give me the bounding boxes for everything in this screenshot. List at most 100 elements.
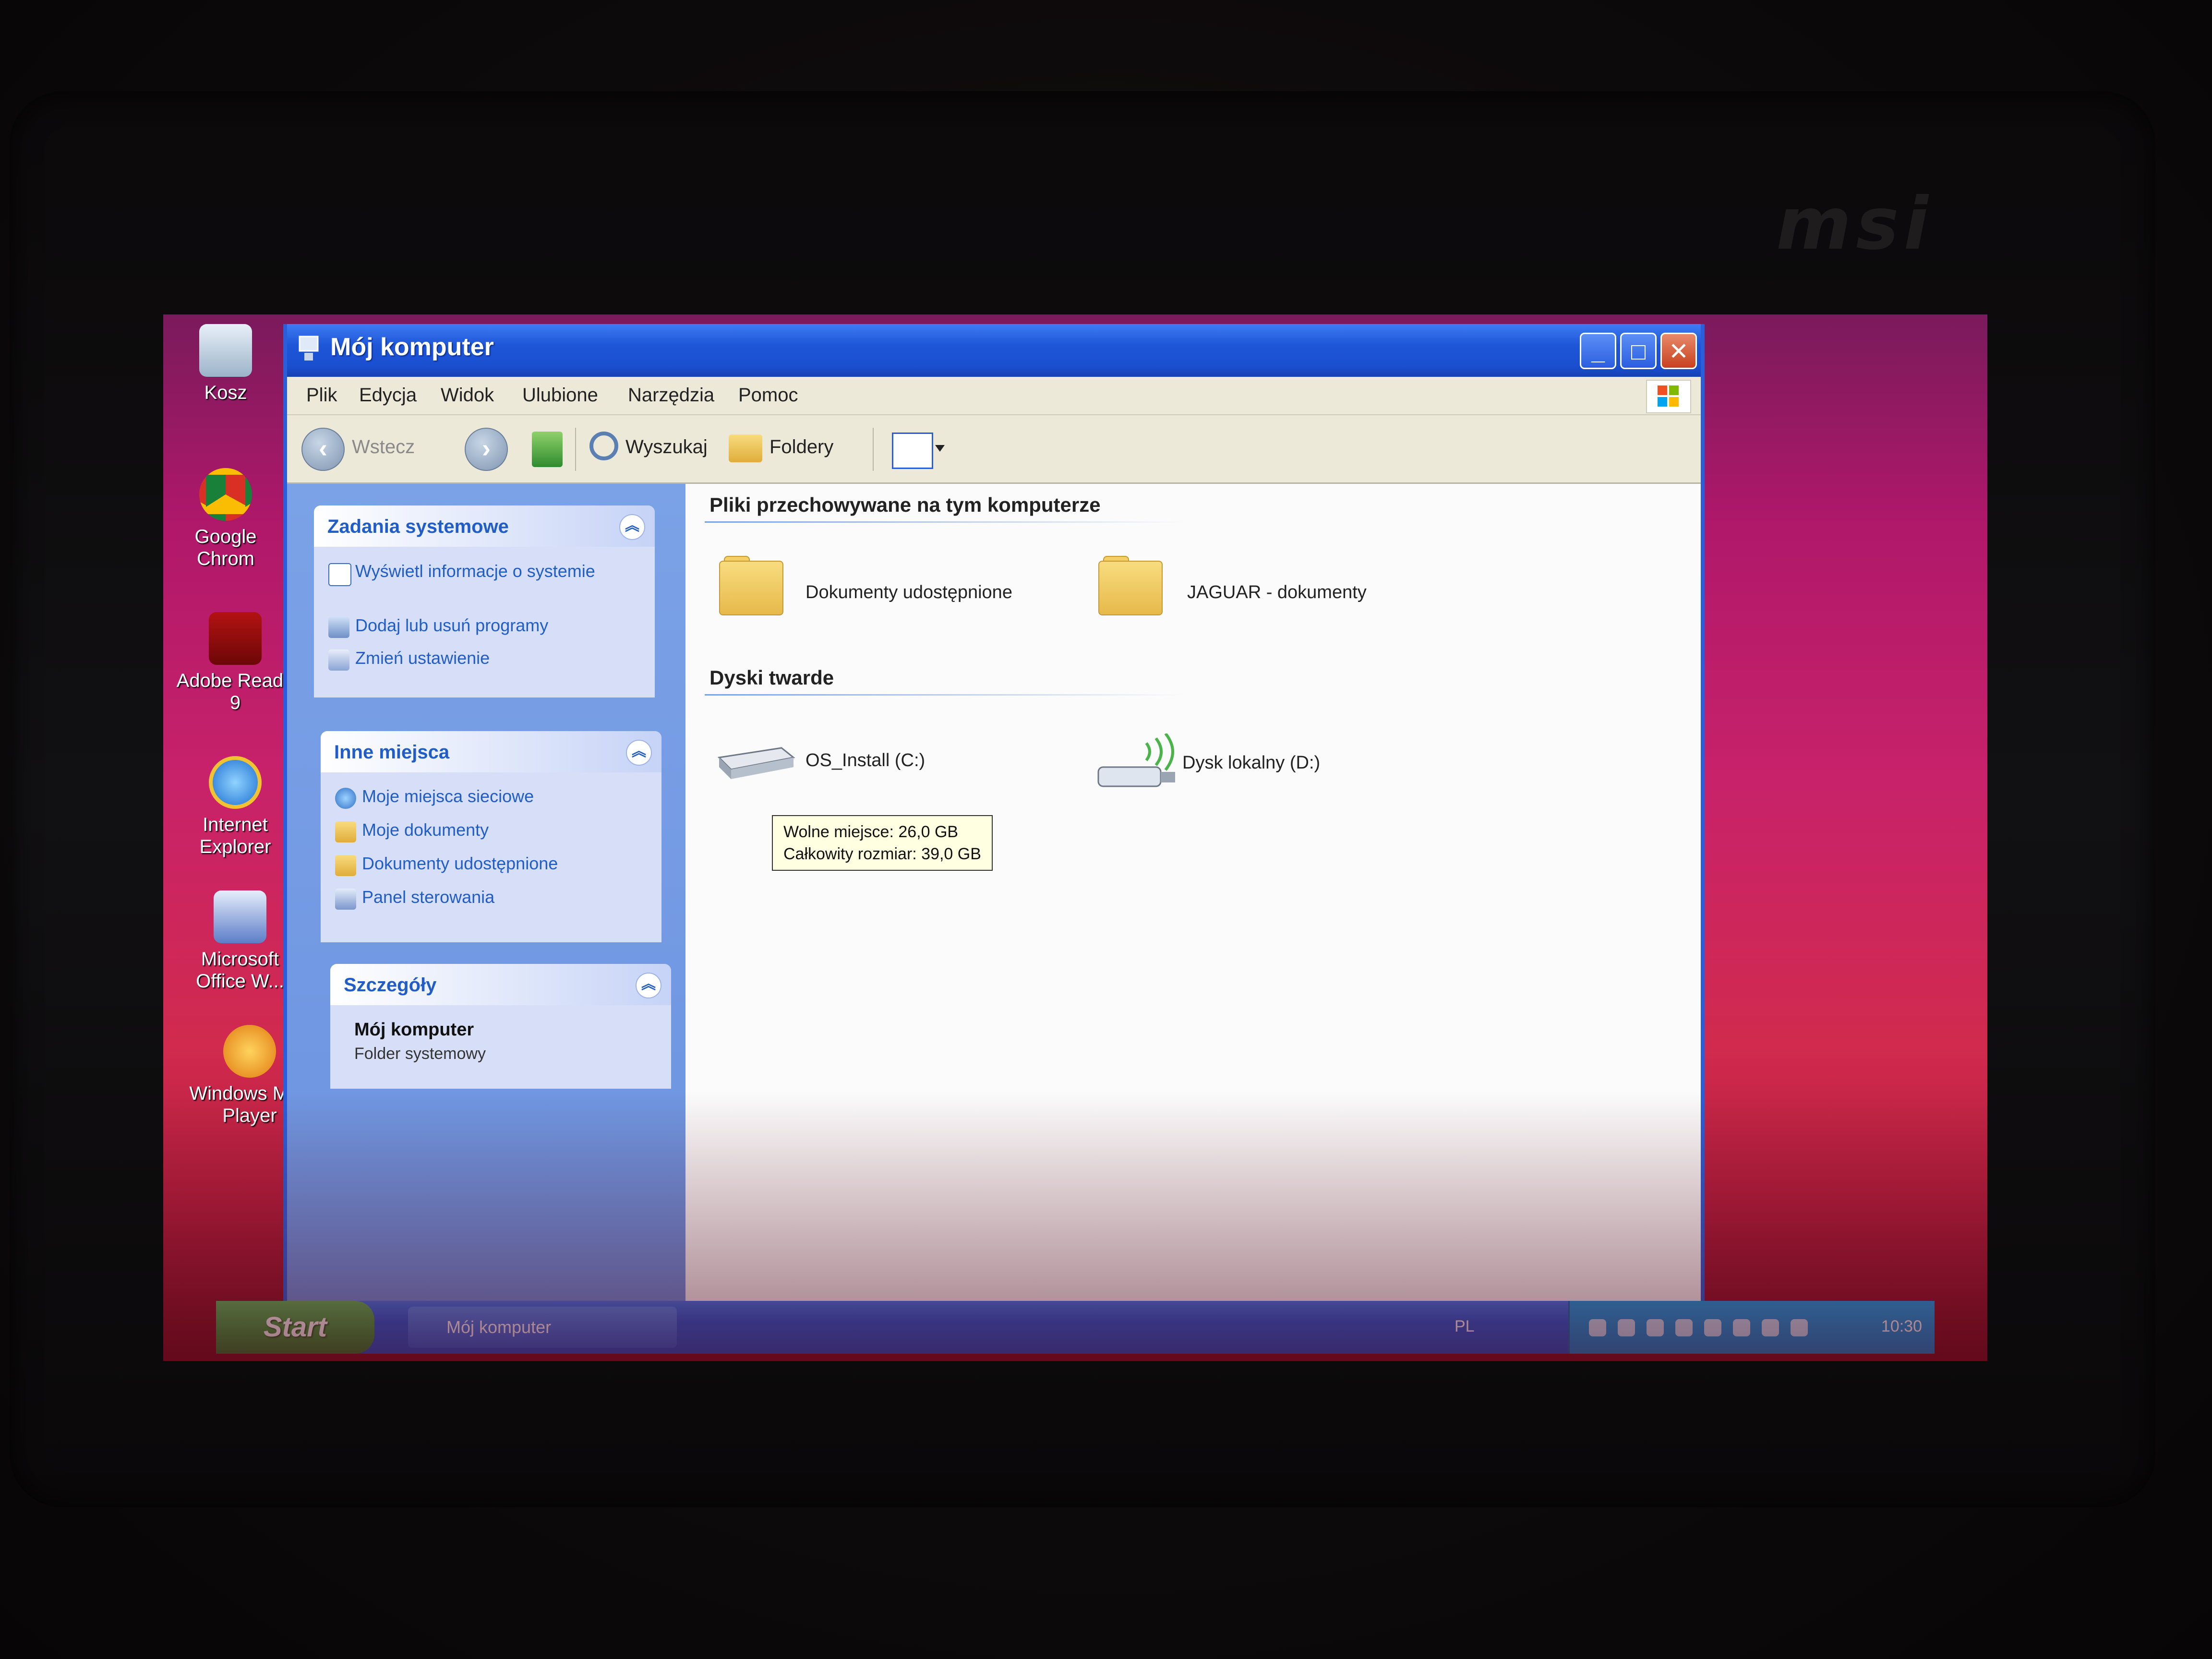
title-bar[interactable]: Mój komputer _ □ ✕ [287, 324, 1701, 377]
display-icon[interactable] [1762, 1319, 1779, 1336]
section-title-files: Pliki przechowywane na tym komputerze [709, 493, 1101, 516]
folder-icon[interactable] [1098, 556, 1166, 615]
window-title: Mój komputer [330, 333, 494, 361]
folder-up-icon[interactable] [532, 432, 563, 467]
drive-d[interactable]: Dysk lokalny (D:) [1182, 753, 1320, 773]
folders-button[interactable]: Foldery [769, 436, 833, 458]
control-panel-icon [335, 889, 356, 910]
explorer-window: Mój komputer _ □ ✕ Plik Edycja Widok Ulu… [283, 324, 1705, 1305]
panel-title: Szczegóły [344, 974, 437, 996]
start-button[interactable]: Start [216, 1301, 374, 1354]
desktop-icon-adobe-reader[interactable]: Adobe Reade 9 [173, 612, 298, 714]
tray-icon[interactable] [1589, 1319, 1606, 1336]
search-icon[interactable] [589, 432, 618, 460]
screen: Kosz Google Chrom Adobe Reade 9 Internet… [163, 314, 1987, 1361]
internet-explorer-icon [209, 756, 262, 809]
collapse-chevron-icon[interactable]: ︽ [636, 973, 661, 998]
usb-drive-icon[interactable] [1094, 733, 1185, 796]
taskbar-window-button[interactable]: Mój komputer [408, 1307, 677, 1348]
tooltip-total-size: Całkowity rozmiar: 39,0 GB [783, 845, 981, 863]
place-my-documents[interactable]: Moje dokumenty [362, 819, 489, 841]
panel-header[interactable]: Szczegóły ︽ [330, 964, 671, 1005]
desktop-icon-label: Microsoft Office W... [196, 949, 284, 992]
security-icon[interactable] [1704, 1319, 1721, 1336]
tooltip-free-space: Wolne miejsce: 26,0 GB [783, 823, 959, 841]
section-divider [705, 521, 1185, 523]
panel-header[interactable]: Inne miejsca ︽ [321, 731, 661, 772]
back-button-label[interactable]: Wstecz [352, 436, 415, 458]
menu-help[interactable]: Pomoc [738, 385, 798, 406]
system-info-icon [328, 563, 351, 586]
desktop-icon-chrome[interactable]: Google Chrom [163, 468, 288, 570]
panel-title: Zadania systemowe [327, 516, 509, 537]
folder-shared-documents[interactable]: Dokumenty udostępnione [805, 582, 1012, 603]
section-divider [705, 694, 1185, 696]
menu-view[interactable]: Widok [441, 385, 494, 406]
views-icon[interactable] [892, 433, 933, 469]
drive-c[interactable]: OS_Install (C:) [805, 750, 925, 771]
place-shared-documents[interactable]: Dokumenty udostępnione [362, 853, 558, 874]
task-pane: Zadania systemowe ︽ Wyświetl informacje … [287, 484, 685, 1301]
details-panel: Szczegóły ︽ Mój komputer Folder systemow… [330, 964, 671, 1089]
taskbar: Start Mój komputer PL 10:30 [216, 1301, 1935, 1354]
chrome-icon [199, 468, 252, 521]
clock[interactable]: 10:30 [1881, 1317, 1922, 1336]
recycle-bin-icon [199, 324, 252, 377]
details-type: Folder systemowy [354, 1045, 486, 1063]
system-tray: 10:30 [1568, 1301, 1935, 1354]
desktop-icon-recycle-bin[interactable]: Kosz [163, 324, 288, 404]
back-arrow-icon[interactable]: ‹ [301, 428, 345, 471]
place-network[interactable]: Moje miejsca sieciowe [362, 786, 534, 807]
shared-documents-icon [335, 855, 356, 876]
adobe-reader-icon [209, 612, 262, 665]
windows-logo-icon [1646, 380, 1691, 413]
task-change-setting[interactable]: Zmień ustawienie [355, 648, 490, 669]
network-places-icon [335, 788, 356, 809]
menu-bar: Plik Edycja Widok Ulubione Narzędzia Pom… [287, 377, 1701, 415]
tray-icon[interactable] [1675, 1319, 1693, 1336]
folder-jaguar-documents[interactable]: JAGUAR - dokumenty [1187, 582, 1367, 603]
language-indicator[interactable]: PL [1455, 1317, 1475, 1336]
close-button[interactable]: ✕ [1660, 333, 1697, 369]
content-area: Pliki przechowywane na tym komputerze Do… [685, 484, 1701, 1301]
hard-drive-icon[interactable] [714, 743, 796, 781]
panel-title: Inne miejsca [334, 742, 450, 763]
add-remove-programs-icon [328, 617, 349, 638]
maximize-button[interactable]: □ [1620, 333, 1657, 369]
toolbar-separator [575, 428, 576, 471]
search-button[interactable]: Wyszukaj [625, 436, 708, 458]
volume-icon[interactable] [1647, 1319, 1664, 1336]
change-setting-icon [328, 649, 349, 671]
desktop-icon-label: Internet Explorer [199, 814, 271, 857]
desktop-icon-internet-explorer[interactable]: Internet Explorer [173, 756, 298, 858]
desktop-icon-label: Adobe Reade 9 [176, 670, 294, 713]
place-control-panel[interactable]: Panel sterowania [362, 887, 494, 908]
folders-icon[interactable] [729, 434, 762, 462]
my-documents-icon [335, 821, 356, 842]
task-add-remove-programs[interactable]: Dodaj lub usuń programy [355, 615, 548, 636]
menu-edit[interactable]: Edycja [359, 385, 417, 406]
details-name: Mój komputer [354, 1020, 474, 1040]
computer-icon [299, 336, 319, 361]
section-title-hard-drives: Dyski twarde [709, 666, 834, 689]
panel-header[interactable]: Zadania systemowe ︽ [314, 505, 655, 547]
toolbar-separator [873, 428, 874, 471]
task-view-system-info[interactable]: Wyświetl informacje o systemie [355, 561, 624, 582]
menu-file[interactable]: Plik [306, 385, 337, 406]
forward-arrow-icon[interactable]: › [465, 428, 508, 471]
wireless-icon[interactable] [1791, 1319, 1808, 1336]
views-dropdown-icon[interactable] [935, 445, 945, 452]
system-tasks-panel: Zadania systemowe ︽ Wyświetl informacje … [314, 505, 655, 697]
tray-icon[interactable] [1618, 1319, 1635, 1336]
collapse-chevron-icon[interactable]: ︽ [619, 514, 645, 540]
menu-tools[interactable]: Narzędzia [628, 385, 714, 406]
network-icon[interactable] [1733, 1319, 1750, 1336]
word-icon [214, 890, 266, 943]
toolbar: ‹ Wstecz › Wyszukaj Foldery [287, 415, 1701, 484]
drive-tooltip: Wolne miejsce: 26,0 GB Całkowity rozmiar… [772, 815, 993, 871]
menu-favorites[interactable]: Ulubione [522, 385, 598, 406]
folder-icon[interactable] [719, 556, 786, 615]
minimize-button[interactable]: _ [1580, 333, 1616, 369]
desktop-icon-label: Google Chrom [194, 526, 257, 569]
collapse-chevron-icon[interactable]: ︽ [626, 740, 652, 766]
